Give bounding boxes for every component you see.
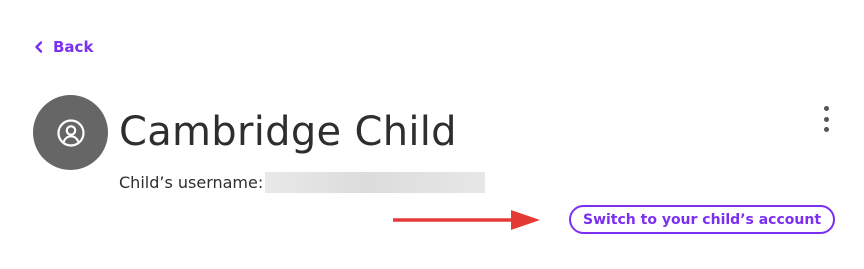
more-options-button[interactable] bbox=[817, 104, 835, 134]
username-row: Child’s username: bbox=[119, 172, 486, 193]
page-title: Cambridge Child bbox=[119, 109, 457, 155]
username-label: Child’s username: bbox=[119, 173, 264, 192]
username-value-redacted bbox=[265, 172, 486, 193]
back-label: Back bbox=[53, 38, 94, 56]
kebab-dot bbox=[823, 106, 829, 111]
chevron-left-icon bbox=[35, 41, 43, 53]
user-circle-icon bbox=[56, 118, 85, 147]
annotation-arrow-icon bbox=[393, 210, 540, 230]
switch-to-child-account-button[interactable]: Switch to your child’s account bbox=[569, 205, 835, 234]
kebab-dot bbox=[823, 127, 829, 132]
back-link[interactable]: Back bbox=[34, 38, 93, 56]
avatar bbox=[33, 95, 108, 170]
kebab-dot bbox=[823, 116, 829, 122]
